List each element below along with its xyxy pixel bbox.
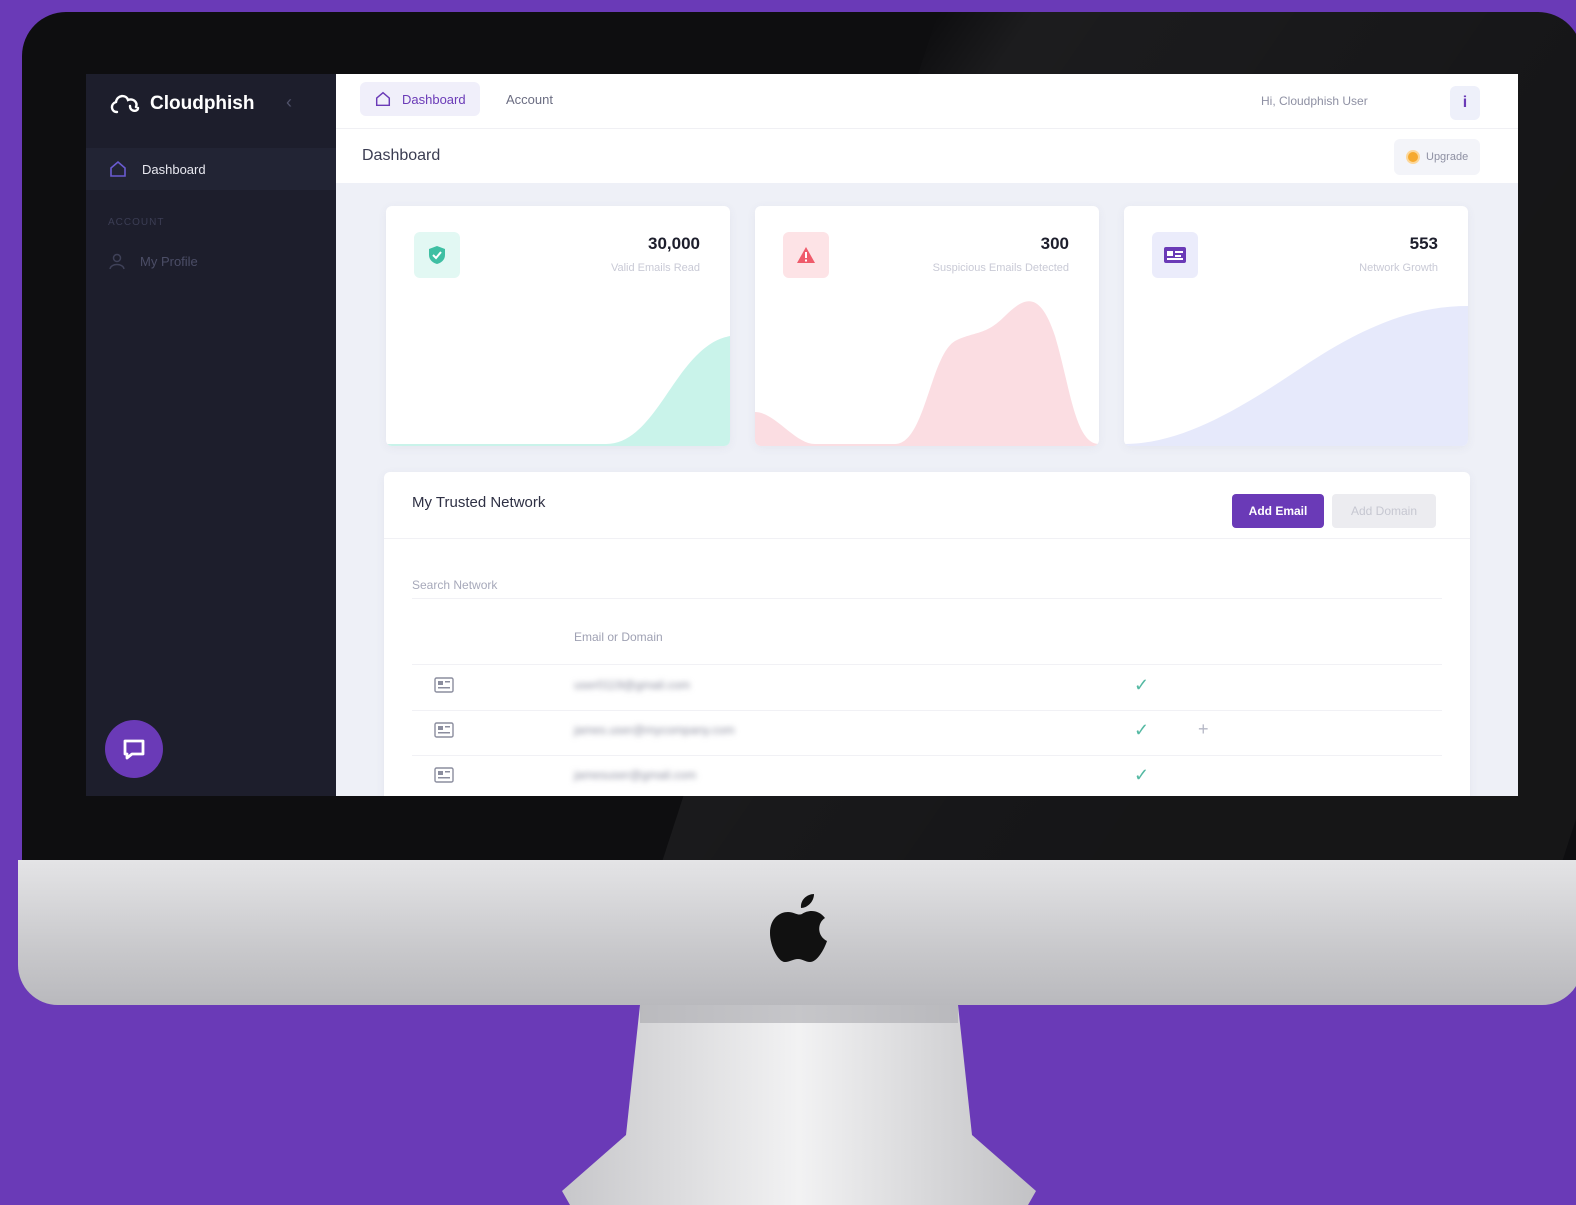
table-row[interactable]: user0119@gmail.com ✓ xyxy=(412,665,1442,711)
stat-card-valid-emails: 30,000 Valid Emails Read xyxy=(386,206,730,446)
divider xyxy=(384,538,1470,539)
column-header-email: Email or Domain xyxy=(574,630,663,644)
stat-icon-box xyxy=(1152,232,1198,278)
sidebar-item-dashboard[interactable]: Dashboard xyxy=(86,148,336,190)
warning-icon xyxy=(797,247,815,263)
verified-check-icon: ✓ xyxy=(1134,765,1150,785)
id-card-icon xyxy=(1164,247,1186,263)
stat-card-network-growth: 553 Network Growth xyxy=(1124,206,1468,446)
stat-card-suspicious-emails: 300 Suspicious Emails Detected xyxy=(755,206,1099,446)
chat-icon xyxy=(123,739,145,760)
add-email-button[interactable]: Add Email xyxy=(1232,494,1324,528)
home-icon xyxy=(375,91,391,107)
tab-label: Dashboard xyxy=(402,91,466,107)
info-icon: i xyxy=(1462,94,1468,111)
id-card-icon xyxy=(434,767,454,783)
monitor-stand xyxy=(562,1005,1036,1205)
home-icon xyxy=(110,160,126,177)
table-row[interactable]: james.user@mycompany.com ✓ + xyxy=(412,710,1442,756)
stat-sparkline xyxy=(1124,306,1468,446)
panel-title: My Trusted Network xyxy=(412,494,546,511)
page-header: Dashboard Upgrade xyxy=(336,128,1518,183)
sidebar-item-label: My Profile xyxy=(140,253,198,269)
top-bar: Dashboard Account Hi, Cloudphish User i xyxy=(336,74,1518,128)
id-card-icon xyxy=(434,677,454,693)
email-cell: jamesuser@gmail.com xyxy=(574,768,697,782)
verified-check-icon: ✓ xyxy=(1134,720,1150,740)
table-row[interactable]: jamesuser@gmail.com ✓ xyxy=(412,755,1442,796)
upgrade-label: Upgrade xyxy=(1426,151,1469,163)
email-cell: user0119@gmail.com xyxy=(574,678,691,692)
email-cell: james.user@mycompany.com xyxy=(574,723,735,737)
user-menu-button[interactable]: i xyxy=(1450,86,1480,120)
id-card-icon xyxy=(434,722,454,738)
upgrade-button[interactable]: Upgrade xyxy=(1394,139,1481,175)
trusted-network-panel: My Trusted Network Add Email Add Domain … xyxy=(384,472,1470,796)
sidebar-section-title: ACCOUNT xyxy=(108,217,165,228)
sidebar-item-my-profile[interactable]: My Profile xyxy=(108,252,198,270)
search-network-input[interactable] xyxy=(412,572,1442,599)
apple-logo-icon xyxy=(770,894,827,962)
tab-account[interactable]: Account xyxy=(506,82,553,116)
sidebar: Cloudphish ‹ Dashboard ACCOUNT My Profil… xyxy=(86,74,336,796)
stat-value: 300 xyxy=(1040,234,1069,253)
stat-icon-box xyxy=(414,232,460,278)
page-title: Dashboard xyxy=(362,147,441,164)
user-greeting: Hi, Cloudphish User xyxy=(1261,94,1368,108)
app-screen: Cloudphish ‹ Dashboard ACCOUNT My Profil… xyxy=(86,74,1518,796)
stat-label: Valid Emails Read xyxy=(610,262,700,274)
user-icon xyxy=(109,253,125,270)
brand-logo[interactable]: Cloudphish xyxy=(108,82,254,126)
coin-icon xyxy=(1406,150,1420,164)
chat-button[interactable] xyxy=(105,720,163,778)
stat-value: 553 xyxy=(1409,234,1438,253)
stat-label: Network Growth xyxy=(1359,262,1438,274)
stat-value: 30,000 xyxy=(648,234,700,253)
stat-label: Suspicious Emails Detected xyxy=(932,262,1069,274)
cloud-hook-icon xyxy=(110,94,140,114)
stat-icon-box xyxy=(783,232,829,278)
sidebar-item-label: Dashboard xyxy=(142,161,206,177)
add-domain-button[interactable]: Add Domain xyxy=(1332,494,1436,528)
brand-name: Cloudphish xyxy=(150,93,255,114)
stat-sparkline xyxy=(755,301,1099,446)
shield-check-icon xyxy=(429,246,445,264)
stat-sparkline xyxy=(386,336,730,446)
verified-check-icon: ✓ xyxy=(1134,675,1150,695)
collapse-sidebar-icon[interactable]: ‹ xyxy=(286,92,292,113)
add-icon[interactable]: + xyxy=(1198,719,1209,740)
tab-dashboard[interactable]: Dashboard xyxy=(360,82,480,116)
